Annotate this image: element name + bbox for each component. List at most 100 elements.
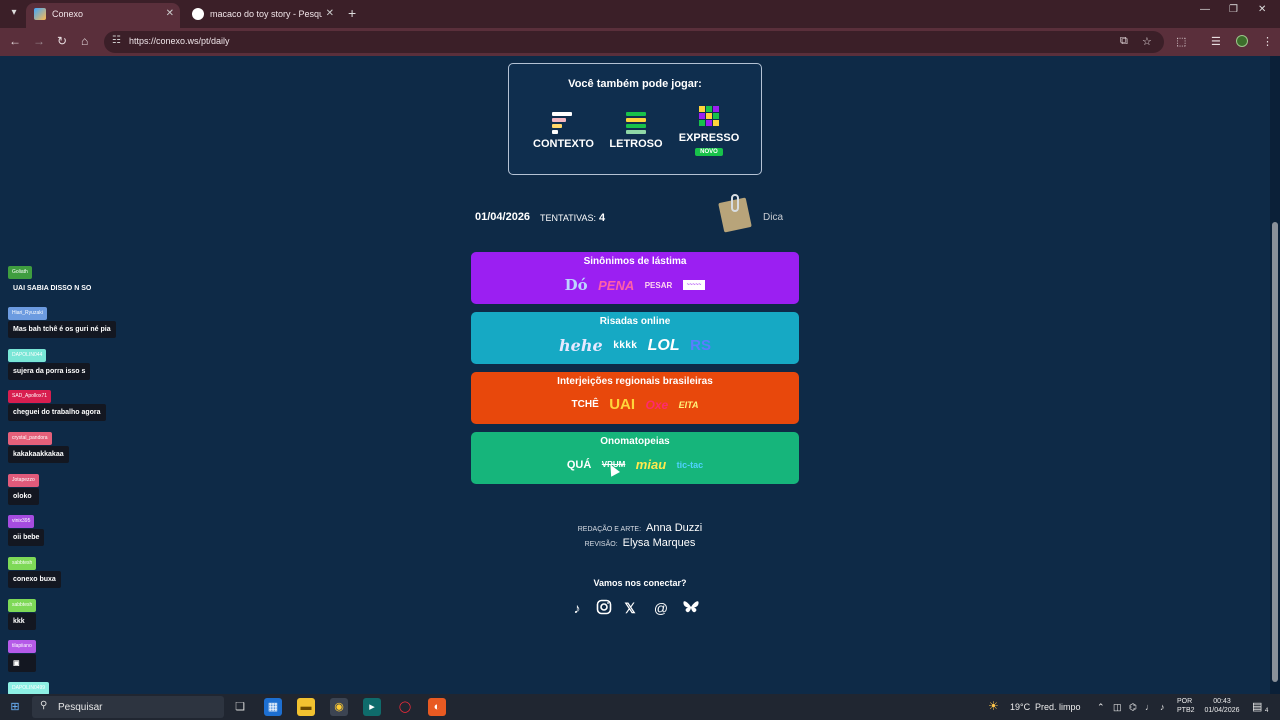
task-view-icon[interactable]: ❏ xyxy=(231,698,249,716)
word-tile: tic-tac xyxy=(676,459,704,470)
home-icon[interactable]: ⌂ xyxy=(81,34,88,48)
game-expresso[interactable]: EXPRESSO NOVO xyxy=(677,106,741,156)
tray-app-icon[interactable]: ◫ xyxy=(1113,702,1122,713)
new-badge: NOVO xyxy=(695,148,723,156)
page-scrollbar[interactable] xyxy=(1270,56,1280,694)
hint-note-icon[interactable] xyxy=(717,194,753,234)
word-tile: hehe xyxy=(559,336,603,355)
game-letroso[interactable]: LETROSO xyxy=(609,112,663,150)
weather-temp[interactable]: 19°C xyxy=(1010,702,1030,712)
notifications-icon[interactable]: ▤ xyxy=(1252,700,1262,713)
chrome-icon[interactable]: ◉ xyxy=(330,698,348,716)
group-words: Dó PENA PESAR ~~~~~ xyxy=(471,276,799,294)
credits-writing: REDAÇÃO E ARTE: Anna Duzzi xyxy=(0,522,1280,534)
lang-code: POR xyxy=(1177,698,1193,705)
connect-heading: Vamos nos conectar? xyxy=(593,578,687,588)
terminal-app-icon[interactable]: ▸ xyxy=(363,698,381,716)
tab-search[interactable]: macaco do toy story - Pesquisa ✕ xyxy=(184,3,340,28)
letroso-icon xyxy=(626,112,646,134)
chat-text: ▣ xyxy=(8,654,36,672)
weather-desc[interactable]: Pred. limpo xyxy=(1035,702,1081,712)
game-label: LETROSO xyxy=(609,138,663,150)
chat-text: kakakaakkakaa xyxy=(8,446,69,463)
close-tab-icon[interactable]: ✕ xyxy=(166,3,174,25)
windows-start-icon[interactable]: ⊞ xyxy=(6,698,24,716)
new-tab-icon[interactable]: + xyxy=(348,5,356,21)
clock[interactable]: 00:43 01/04/2026 xyxy=(1202,697,1242,715)
chat-username: Hiari_Ryuzaki xyxy=(8,307,47,320)
threads-icon[interactable]: @ xyxy=(652,599,670,617)
extensions-icon[interactable]: ⬚ xyxy=(1176,35,1186,48)
group-card-1: Sinônimos de lástima Dó PENA PESAR ~~~~~ xyxy=(471,252,799,304)
tries-value: 4 xyxy=(599,212,606,224)
reload-icon[interactable]: ↻ xyxy=(57,34,67,48)
browser-tab-strip: ▾ Conexo ✕ macaco do toy story - Pesquis… xyxy=(0,0,1280,28)
close-tab-icon[interactable]: ✕ xyxy=(326,3,334,25)
restore-icon[interactable]: ❐ xyxy=(1229,4,1238,15)
bluesky-icon[interactable] xyxy=(682,599,700,617)
chat-message: SAD_Apollox71 cheguei do trabalho agora xyxy=(8,384,106,421)
tab-conexo[interactable]: Conexo ✕ xyxy=(26,3,180,28)
back-icon[interactable]: ← xyxy=(9,34,21,48)
chat-username: tilapiiano xyxy=(8,640,36,653)
taskbar-search[interactable]: ⚲ Pesquisar xyxy=(32,696,224,718)
tiktok-icon[interactable]: ♪ xyxy=(568,599,586,617)
word-tile: UAI xyxy=(609,396,636,414)
group-title: Risadas online xyxy=(599,316,671,327)
chat-message: sabbtesh kkk xyxy=(8,593,37,630)
group-words: TCHÊ UAI Oxe EITA xyxy=(471,396,799,414)
word-tile: kkkk xyxy=(613,340,638,351)
x-icon[interactable]: 𝕏 xyxy=(621,599,639,617)
clock-time: 00:43 xyxy=(1213,698,1231,705)
stream-app-icon[interactable]: ◐ xyxy=(428,698,446,716)
minimize-icon[interactable]: — xyxy=(1200,4,1210,15)
chat-message: sabbtesh conexo buxa xyxy=(8,551,61,588)
volume-icon[interactable]: ♪ xyxy=(1160,702,1165,712)
scrollbar-thumb[interactable] xyxy=(1272,222,1278,682)
media-controls-icon[interactable]: ☰ xyxy=(1211,35,1221,48)
menu-dots-icon[interactable]: ⋮ xyxy=(1262,35,1273,48)
tab-search-icon[interactable]: ▾ xyxy=(6,5,22,21)
microphone-icon[interactable]: ♩ xyxy=(1145,702,1154,712)
browser-toolbar: ← → ↻ ⌂ ☷ https://conexo.ws/pt/daily ⧉ ☆… xyxy=(0,28,1280,56)
network-icon[interactable]: ⌬ xyxy=(1129,702,1137,713)
language-indicator[interactable]: POR PTB2 xyxy=(1177,697,1195,715)
opera-icon[interactable]: ◯ xyxy=(396,698,414,716)
chat-text: cheguei do trabalho agora xyxy=(8,404,106,421)
credits-review: REVISÃO: Elysa Marques xyxy=(0,537,1280,549)
word-tile: EITA xyxy=(678,399,699,410)
url-text: https://conexo.ws/pt/daily xyxy=(129,36,230,46)
tray-chevron-icon[interactable]: ⌃ xyxy=(1097,702,1105,713)
store-icon[interactable]: ▦ xyxy=(264,698,282,716)
conexo-favicon-icon xyxy=(34,8,46,20)
chat-text: conexo buxa xyxy=(8,571,61,588)
chat-username: Jotapezzo xyxy=(8,474,39,487)
profile-avatar[interactable] xyxy=(1236,35,1248,47)
chat-message: Jotapezzo oloko xyxy=(8,468,39,505)
install-app-icon[interactable]: ⧉ xyxy=(1120,35,1128,48)
word-tile: miau xyxy=(635,457,667,473)
game-label: CONTEXTO xyxy=(533,138,594,150)
close-window-icon[interactable]: ✕ xyxy=(1258,4,1266,15)
site-info-icon[interactable]: ☷ xyxy=(112,35,121,46)
google-favicon-icon xyxy=(192,8,204,20)
instagram-icon[interactable] xyxy=(595,599,613,617)
group-title: Sinônimos de lástima xyxy=(583,256,687,267)
chat-username: vinix395 xyxy=(8,515,35,528)
word-tile: Dó xyxy=(564,276,588,294)
weather-icon[interactable]: ☀ xyxy=(988,699,999,713)
tries-label: TENTATIVAS: xyxy=(540,213,597,223)
page-content: Você também pode jogar: CONTEXTO LETROSO xyxy=(0,56,1280,694)
group-card-4: Onomatopeias QUÁ VRUM miau tic-tac xyxy=(471,432,799,484)
word-tile: TCHÊ xyxy=(571,399,599,411)
game-contexto[interactable]: CONTEXTO xyxy=(533,112,594,150)
group-words: hehe kkkk LOL RS xyxy=(471,336,799,355)
tab-title: macaco do toy story - Pesquisa xyxy=(210,9,322,19)
address-bar[interactable]: ☷ https://conexo.ws/pt/daily xyxy=(104,31,1164,53)
hint-button[interactable]: Dica xyxy=(763,212,783,223)
forward-icon[interactable]: → xyxy=(33,34,45,48)
group-card-2: Risadas online hehe kkkk LOL RS xyxy=(471,312,799,364)
file-explorer-icon[interactable]: ▬ xyxy=(297,698,315,716)
bookmark-star-icon[interactable]: ☆ xyxy=(1142,35,1152,48)
chat-text: UAI SABIA DISSO N SO xyxy=(13,285,92,292)
